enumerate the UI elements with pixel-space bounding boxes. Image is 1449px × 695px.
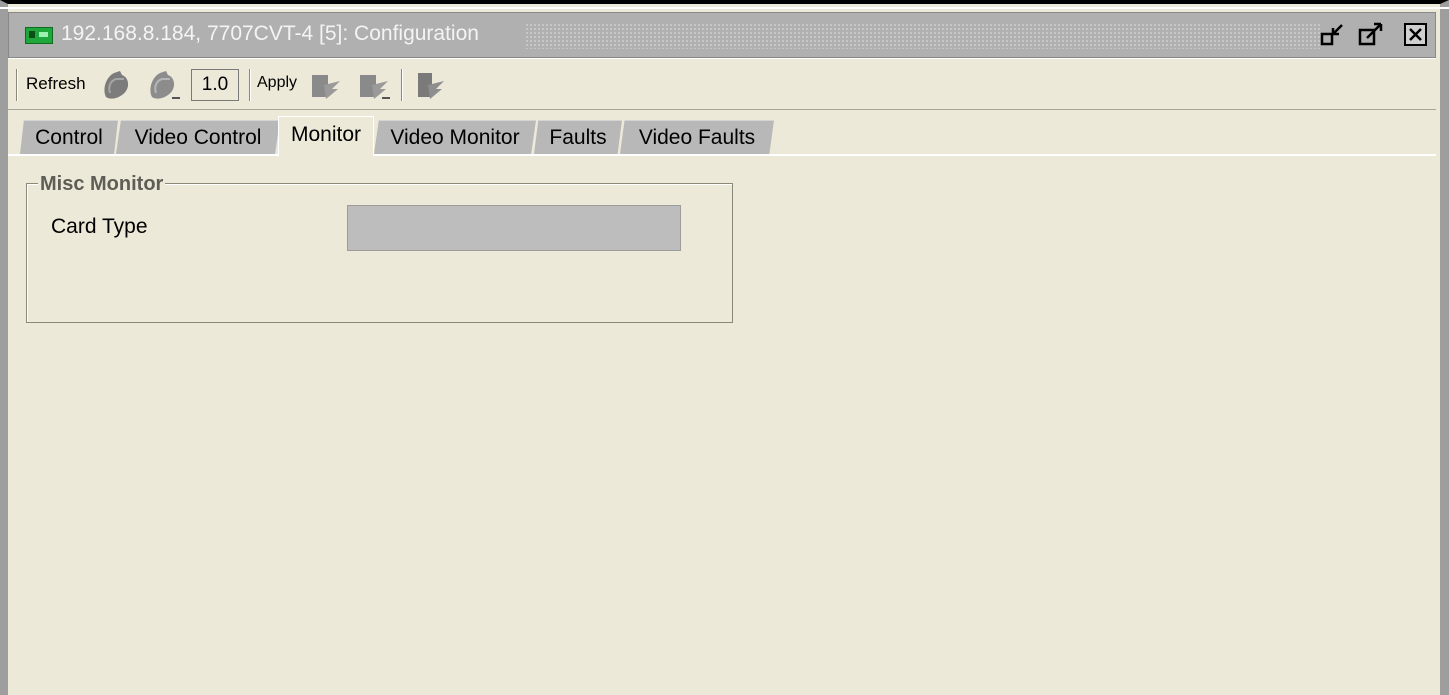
card-type-field	[347, 205, 681, 251]
tab-monitor[interactable]: Monitor	[278, 116, 374, 156]
toolbar: Refresh 1.0 Apply	[8, 58, 1436, 110]
tab-video-control[interactable]: Video Control	[116, 120, 280, 154]
toolbar-separator	[401, 69, 403, 101]
tab-video-monitor[interactable]: Video Monitor	[374, 120, 536, 154]
toolbar-separator	[249, 69, 251, 101]
group-legend: Misc Monitor	[38, 173, 166, 196]
tab-video-faults[interactable]: Video Faults	[620, 120, 774, 154]
card-type-label: Card Type	[51, 215, 148, 238]
apply-device-icon[interactable]	[412, 67, 448, 103]
close-icon[interactable]	[1402, 21, 1430, 49]
tab-bar: Control Video Control Monitor Video Moni…	[8, 110, 1436, 156]
tab-faults[interactable]: Faults	[534, 120, 622, 154]
maximize-icon[interactable]	[1357, 21, 1385, 49]
version-field[interactable]: 1.0	[191, 69, 239, 101]
refresh-button[interactable]: Refresh	[26, 74, 86, 94]
window-title: 192.168.8.184, 7707CVT-4 [5]: Configurat…	[61, 22, 479, 45]
apply-button[interactable]: Apply	[257, 74, 297, 92]
card-icon	[25, 27, 53, 44]
tab-control[interactable]: Control	[20, 120, 118, 154]
apply-all-icon[interactable]	[356, 67, 392, 103]
title-bar[interactable]: 192.168.8.184, 7707CVT-4 [5]: Configurat…	[8, 12, 1436, 58]
restore-icon[interactable]	[1319, 21, 1347, 49]
refresh-all-icon[interactable]	[146, 67, 182, 103]
misc-monitor-group	[26, 183, 733, 323]
title-drag-area[interactable]	[525, 23, 1321, 49]
toolbar-separator	[16, 69, 18, 101]
refresh-icon[interactable]	[98, 67, 134, 103]
apply-icon[interactable]	[308, 67, 344, 103]
